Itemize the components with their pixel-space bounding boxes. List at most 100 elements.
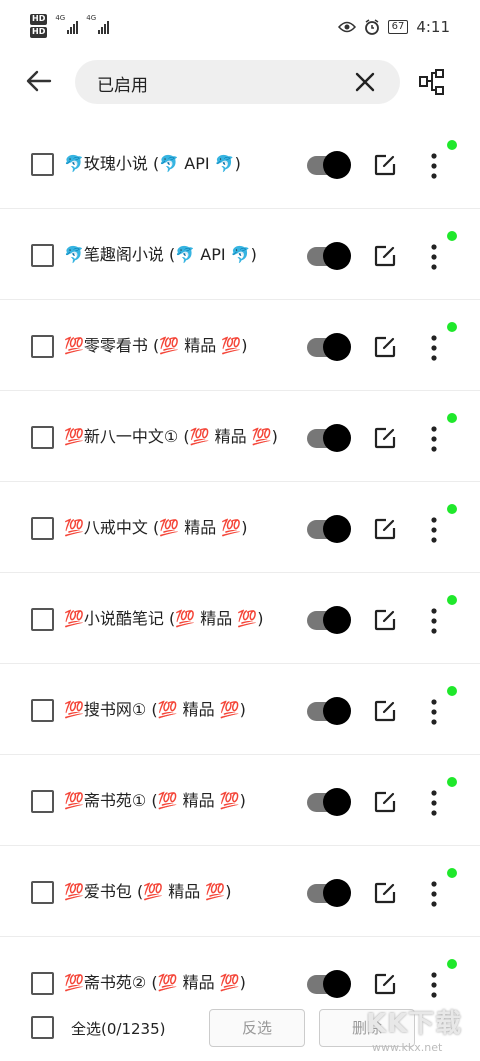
more-vertical-icon xyxy=(431,881,437,907)
list-item[interactable]: 🐬玫瑰小说 (🐬 API 🐬) xyxy=(0,118,480,209)
enable-toggle[interactable] xyxy=(307,242,351,270)
more-button[interactable] xyxy=(426,515,442,545)
enable-toggle[interactable] xyxy=(307,424,351,452)
tree-structure-icon xyxy=(419,69,444,95)
toggle-knob xyxy=(323,242,351,270)
status-bar: HD HD 4G 4G 67 4:11 xyxy=(0,0,480,52)
enable-toggle[interactable] xyxy=(307,697,351,725)
toggle-knob xyxy=(323,424,351,452)
select-all-label[interactable]: 全选(0/1235) xyxy=(71,1018,165,1039)
edit-button[interactable] xyxy=(373,790,397,814)
watermark-url: www.kkx.net xyxy=(372,1041,443,1054)
more-button[interactable] xyxy=(426,788,442,818)
list-item[interactable]: 💯斋书苑① (💯 精品 💯) xyxy=(0,755,480,846)
enable-toggle[interactable] xyxy=(307,333,351,361)
more-button[interactable] xyxy=(426,697,442,727)
back-button[interactable] xyxy=(24,66,54,96)
toggle-knob xyxy=(323,879,351,907)
status-right: 67 4:11 xyxy=(337,18,450,36)
edit-icon xyxy=(374,609,396,631)
source-name: 💯搜书网① (💯 精品 💯) xyxy=(64,700,246,719)
edit-button[interactable] xyxy=(373,517,397,541)
list-item[interactable]: 💯搜书网① (💯 精品 💯) xyxy=(0,664,480,755)
list-item[interactable]: 💯小说酷笔记 (💯 精品 💯) xyxy=(0,573,480,664)
item-checkbox[interactable] xyxy=(31,608,54,631)
clear-search-button[interactable] xyxy=(354,71,376,93)
toggle-knob xyxy=(323,697,351,725)
edit-button[interactable] xyxy=(373,153,397,177)
network-type-2: 4G xyxy=(86,14,97,22)
more-vertical-icon xyxy=(431,790,437,816)
select-all-checkbox[interactable] xyxy=(31,1016,54,1039)
list-item[interactable]: 🐬笔趣阁小说 (🐬 API 🐬) xyxy=(0,209,480,300)
search-input[interactable]: 已启用 xyxy=(97,71,148,96)
more-vertical-icon xyxy=(431,244,437,270)
more-button[interactable] xyxy=(426,333,442,363)
item-checkbox[interactable] xyxy=(31,517,54,540)
item-checkbox[interactable] xyxy=(31,244,54,267)
edit-button[interactable] xyxy=(373,244,397,268)
edit-button[interactable] xyxy=(373,335,397,359)
status-dot xyxy=(447,868,457,878)
source-name: 💯小说酷笔记 (💯 精品 💯) xyxy=(64,609,264,628)
hd-badge-2: HD xyxy=(30,27,48,38)
item-checkbox[interactable] xyxy=(31,699,54,722)
enable-toggle[interactable] xyxy=(307,515,351,543)
more-button[interactable] xyxy=(426,151,442,181)
toggle-knob xyxy=(323,606,351,634)
network-type-1: 4G xyxy=(55,14,66,22)
edit-button[interactable] xyxy=(373,972,397,996)
status-dot xyxy=(447,413,457,423)
item-checkbox[interactable] xyxy=(31,335,54,358)
eye-icon xyxy=(337,21,356,33)
enable-toggle[interactable] xyxy=(307,788,351,816)
edit-icon xyxy=(374,882,396,904)
edit-icon xyxy=(374,700,396,722)
source-name: 💯零零看书 (💯 精品 💯) xyxy=(64,336,248,355)
source-name: 💯爱书包 (💯 精品 💯) xyxy=(64,882,232,901)
more-button[interactable] xyxy=(426,242,442,272)
more-button[interactable] xyxy=(426,970,442,1000)
source-list: 🐬玫瑰小说 (🐬 API 🐬) 🐬笔趣阁小说 (🐬 API 🐬) 💯零零看书 (💯 … xyxy=(0,118,480,1028)
more-vertical-icon xyxy=(431,335,437,361)
close-icon xyxy=(355,72,375,92)
more-vertical-icon xyxy=(431,426,437,452)
list-item[interactable]: 💯爱书包 (💯 精品 💯) xyxy=(0,846,480,937)
more-button[interactable] xyxy=(426,606,442,636)
item-checkbox[interactable] xyxy=(31,426,54,449)
enable-toggle[interactable] xyxy=(307,606,351,634)
item-checkbox[interactable] xyxy=(31,881,54,904)
more-button[interactable] xyxy=(426,424,442,454)
enable-toggle[interactable] xyxy=(307,879,351,907)
item-checkbox[interactable] xyxy=(31,153,54,176)
list-item[interactable]: 💯八戒中文 (💯 精品 💯) xyxy=(0,482,480,573)
invert-selection-button[interactable]: 反选 xyxy=(209,1009,305,1047)
source-name: 💯新八一中文① (💯 精品 💯) xyxy=(64,427,278,446)
toggle-knob xyxy=(323,788,351,816)
status-dot xyxy=(447,504,457,514)
group-button[interactable] xyxy=(418,68,446,96)
alarm-icon xyxy=(364,19,379,35)
edit-icon xyxy=(374,518,396,540)
status-dot xyxy=(447,686,457,696)
list-item[interactable]: 💯新八一中文① (💯 精品 💯) xyxy=(0,391,480,482)
item-checkbox[interactable] xyxy=(31,790,54,813)
toggle-knob xyxy=(323,515,351,543)
item-checkbox[interactable] xyxy=(31,972,54,995)
edit-button[interactable] xyxy=(373,608,397,632)
search-field[interactable]: 已启用 xyxy=(75,60,400,104)
status-dot xyxy=(447,231,457,241)
watermark-logo: KK下载 xyxy=(366,1009,463,1039)
hd-stack: HD HD xyxy=(30,14,48,38)
more-button[interactable] xyxy=(426,879,442,909)
list-item[interactable]: 💯零零看书 (💯 精品 💯) xyxy=(0,300,480,391)
source-name: 🐬玫瑰小说 (🐬 API 🐬) xyxy=(64,154,241,173)
enable-toggle[interactable] xyxy=(307,151,351,179)
edit-icon xyxy=(374,154,396,176)
enable-toggle[interactable] xyxy=(307,970,351,998)
clock: 4:11 xyxy=(416,18,450,36)
edit-button[interactable] xyxy=(373,426,397,450)
edit-icon xyxy=(374,427,396,449)
edit-button[interactable] xyxy=(373,881,397,905)
edit-button[interactable] xyxy=(373,699,397,723)
